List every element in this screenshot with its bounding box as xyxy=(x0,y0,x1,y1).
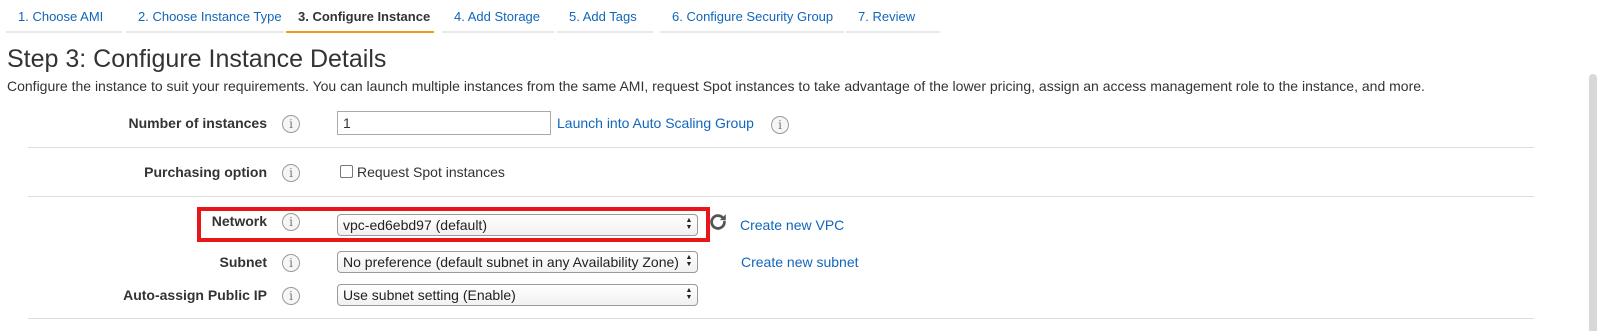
refresh-icon[interactable] xyxy=(707,211,729,233)
page-title: Step 3: Configure Instance Details xyxy=(7,45,387,73)
auto-assign-public-ip-select[interactable]: Use subnet setting (Enable) ▲ ▼ xyxy=(337,284,698,306)
highlight-annotation xyxy=(197,207,710,242)
vertical-scrollbar[interactable] xyxy=(1589,74,1597,331)
tab-add-tags[interactable]: 5. Add Tags xyxy=(557,0,653,33)
select-arrows-icon: ▲ ▼ xyxy=(685,254,693,268)
create-new-subnet-link[interactable]: Create new subnet xyxy=(741,254,859,270)
subnet-select[interactable]: No preference (default subnet in any Ava… xyxy=(337,251,698,273)
auto-assign-public-ip-value: Use subnet setting (Enable) xyxy=(343,287,516,303)
create-new-vpc-link[interactable]: Create new VPC xyxy=(740,217,844,233)
number-of-instances-label: Number of instances xyxy=(128,115,267,131)
tab-choose-ami[interactable]: 1. Choose AMI xyxy=(6,0,122,33)
subnet-label: Subnet xyxy=(219,254,267,270)
tab-choose-instance-type[interactable]: 2. Choose Instance Type xyxy=(126,0,284,33)
info-icon[interactable]: i xyxy=(282,254,300,272)
info-icon[interactable]: i xyxy=(282,287,300,305)
tab-configure-instance[interactable]: 3. Configure Instance xyxy=(286,0,434,33)
request-spot-label[interactable]: Request Spot instances xyxy=(357,164,505,180)
purchasing-option-label: Purchasing option xyxy=(144,164,267,180)
info-icon[interactable]: i xyxy=(771,116,789,134)
number-of-instances-input[interactable] xyxy=(337,111,551,135)
request-spot-checkbox[interactable] xyxy=(340,165,353,178)
info-icon[interactable]: i xyxy=(282,164,300,182)
row-divider xyxy=(28,147,1534,148)
launch-auto-scaling-link[interactable]: Launch into Auto Scaling Group xyxy=(557,115,754,131)
info-icon[interactable]: i xyxy=(282,115,300,133)
subnet-select-value: No preference (default subnet in any Ava… xyxy=(343,254,679,270)
tab-configure-security-group[interactable]: 6. Configure Security Group xyxy=(660,0,844,33)
page-description: Configure the instance to suit your requ… xyxy=(7,78,1425,94)
row-divider xyxy=(28,196,1534,197)
tab-review[interactable]: 7. Review xyxy=(846,0,940,33)
auto-assign-public-ip-label: Auto-assign Public IP xyxy=(123,287,267,303)
row-divider xyxy=(28,318,1534,319)
select-arrows-icon: ▲ ▼ xyxy=(685,287,693,301)
tab-add-storage[interactable]: 4. Add Storage xyxy=(442,0,554,33)
